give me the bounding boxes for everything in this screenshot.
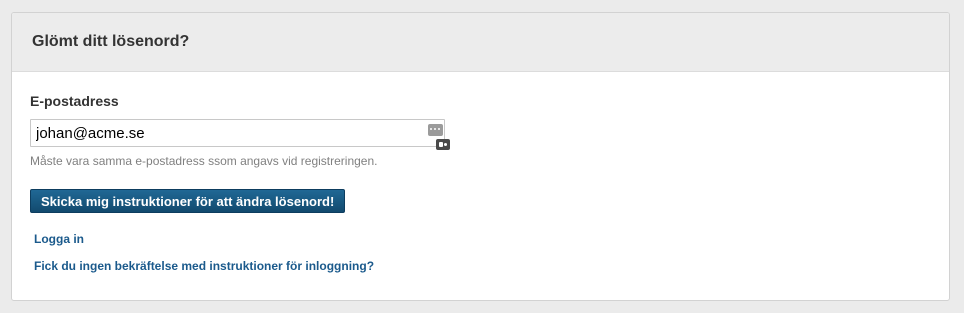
send-instructions-button[interactable]: Skicka mig instruktioner för att ändra l… xyxy=(30,189,346,213)
login-link[interactable]: Logga in xyxy=(34,232,84,246)
panel-header: Glömt ditt lösenord? xyxy=(12,13,949,72)
email-field[interactable] xyxy=(30,119,445,147)
email-help-text: Måste vara samma e-postadress ssom angav… xyxy=(30,154,378,168)
page-title: Glömt ditt lösenord? xyxy=(32,33,190,50)
email-label: E-postadress xyxy=(30,93,119,109)
forgot-password-panel: Glömt ditt lösenord? E-postadress Måste … xyxy=(11,12,950,301)
keychain-icon[interactable] xyxy=(436,139,450,150)
dots-icon xyxy=(430,128,441,131)
password-autofill-icon[interactable] xyxy=(428,124,443,136)
email-input-wrapper xyxy=(30,119,450,150)
confirmation-instructions-link[interactable]: Fick du ingen bekräftelse med instruktio… xyxy=(34,259,374,273)
